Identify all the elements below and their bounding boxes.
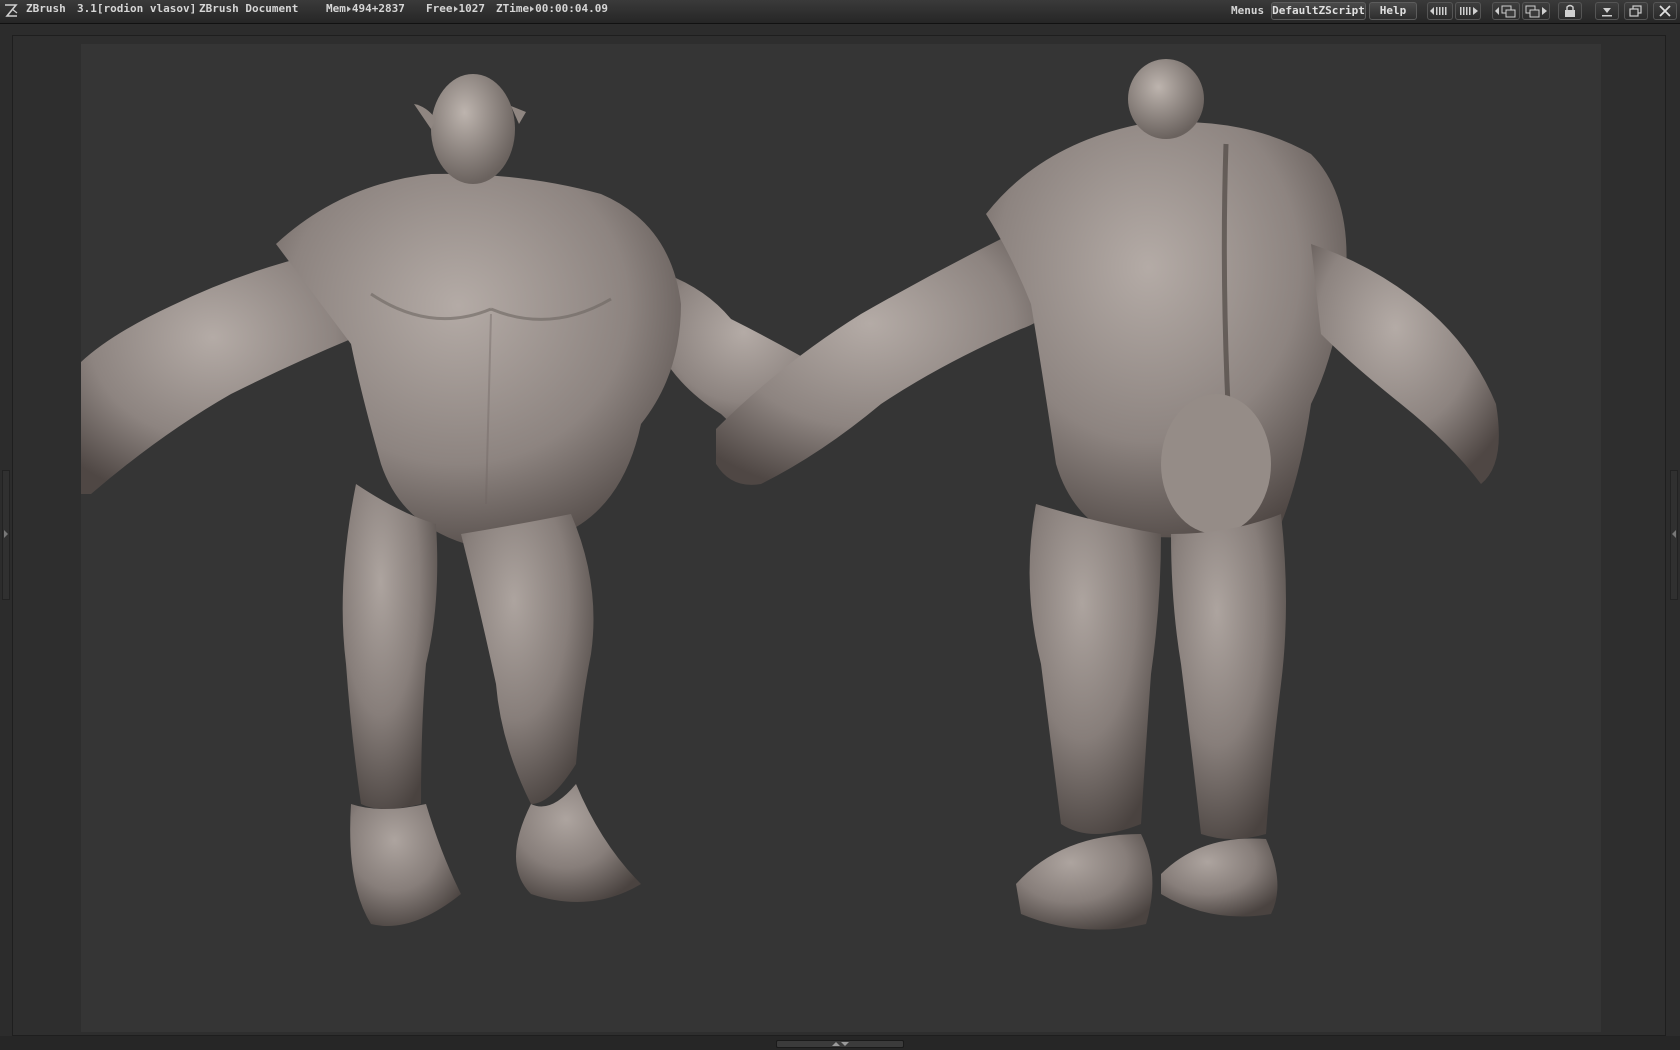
front-view-figure: [81, 74, 845, 926]
menus-toggle[interactable]: Menus: [1231, 4, 1264, 18]
free-label: Free: [426, 2, 453, 15]
right-tray-toggle[interactable]: [1670, 470, 1678, 600]
back-view-figure: [716, 59, 1499, 930]
ztime-readout: ZTime 00:00:04.09: [496, 2, 608, 16]
tray-left-icon[interactable]: [1427, 2, 1453, 20]
title-bar: ZBrush 3.1[rodion vlasov] ZBrush Documen…: [0, 0, 1680, 24]
layout-prev-icon[interactable]: [1492, 2, 1520, 20]
tray-right-icon[interactable]: [1455, 2, 1481, 20]
mem-label: Mem: [326, 2, 346, 15]
version-user: 3.1[rodion vlasov]: [77, 2, 197, 15]
tray-expand-icon: [1672, 530, 1676, 538]
left-tray-toggle[interactable]: [2, 470, 10, 600]
mem-value: 494+2837: [351, 2, 405, 15]
app-name: ZBrush: [26, 2, 66, 15]
document-name: ZBrush Document: [199, 2, 299, 15]
layout-next-icon[interactable]: [1522, 2, 1550, 20]
restore-icon[interactable]: [1624, 2, 1648, 20]
sculpt-render: [81, 59, 1499, 930]
tray-expand-icon: [4, 530, 8, 538]
ztime-label: ZTime: [496, 2, 530, 15]
document-canvas[interactable]: [81, 44, 1601, 1032]
ztime-arrow-icon: [530, 5, 535, 12]
lock-icon[interactable]: [1558, 2, 1582, 20]
minimize-icon[interactable]: [1595, 2, 1619, 20]
zbrush-window: ZBrush 3.1[rodion vlasov] ZBrush Documen…: [0, 0, 1680, 1050]
default-zscript-button[interactable]: DefaultZScript: [1271, 2, 1366, 20]
close-icon[interactable]: [1653, 2, 1677, 20]
free-arrow-icon: [453, 5, 458, 12]
ztime-value: 00:00:04.09: [535, 2, 608, 15]
free-readout: Free 1027: [426, 2, 485, 16]
help-button[interactable]: Help: [1369, 2, 1417, 20]
mem-arrow-icon: [346, 5, 351, 12]
bottom-tray-toggle[interactable]: [776, 1040, 904, 1048]
free-value: 1027: [458, 2, 486, 15]
memory-readout: Mem 494+2837: [326, 2, 405, 16]
zbrush-logo-icon[interactable]: [3, 3, 19, 19]
